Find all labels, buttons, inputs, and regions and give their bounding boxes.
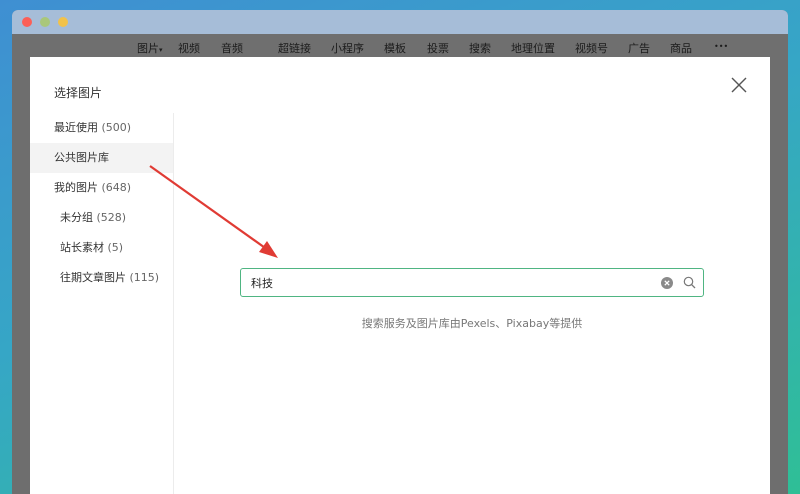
maximize-window-button[interactable] xyxy=(58,17,68,27)
search-box xyxy=(240,268,704,297)
select-image-dialog: 选择图片 最近使用 (500) 公共图片库 我的图片 (648) 未分组 (52… xyxy=(30,57,770,494)
toolbar-vote[interactable]: 投票 xyxy=(427,40,449,56)
image-category-sidebar: 最近使用 (500) 公共图片库 我的图片 (648) 未分组 (528) 站长… xyxy=(30,113,174,494)
toolbar-image[interactable]: 图片▾ xyxy=(137,40,163,56)
toolbar-search[interactable]: 搜索 xyxy=(469,40,491,56)
window-titlebar xyxy=(12,10,788,34)
chevron-down-icon: ▾ xyxy=(159,46,163,54)
toolbar-template[interactable]: 模板 xyxy=(384,40,406,56)
toolbar-hyperlink[interactable]: 超链接 xyxy=(278,40,311,56)
toolbar-video[interactable]: 视频 xyxy=(178,40,200,56)
sidebar-item-my-images[interactable]: 我的图片 (648) xyxy=(30,173,173,203)
search-icon[interactable] xyxy=(683,276,696,289)
sidebar-item-site-assets[interactable]: 站长素材 (5) xyxy=(30,233,173,263)
dialog-title: 选择图片 xyxy=(54,86,103,100)
close-icon[interactable] xyxy=(730,76,748,94)
toolbar-channels[interactable]: 视频号 xyxy=(575,40,608,56)
toolbar-mini-program[interactable]: 小程序 xyxy=(331,40,364,56)
search-input[interactable] xyxy=(251,275,651,291)
sidebar-item-public-library[interactable]: 公共图片库 xyxy=(30,143,173,173)
minimize-window-button[interactable] xyxy=(40,17,50,27)
search-provider-hint: 搜索服务及图片库由Pexels、Pixabay等提供 xyxy=(361,317,583,330)
close-window-button[interactable] xyxy=(22,17,32,27)
clear-icon[interactable] xyxy=(661,277,673,289)
toolbar-ads[interactable]: 广告 xyxy=(628,40,650,56)
sidebar-item-ungrouped[interactable]: 未分组 (528) xyxy=(30,203,173,233)
toolbar-location[interactable]: 地理位置 xyxy=(511,40,555,56)
sidebar-item-past-article-images[interactable]: 往期文章图片 (115) xyxy=(30,263,173,293)
sidebar-item-recent[interactable]: 最近使用 (500) xyxy=(30,113,173,143)
toolbar-products[interactable]: 商品 xyxy=(670,40,692,56)
toolbar-more-button[interactable]: ••• xyxy=(714,42,728,51)
toolbar-audio[interactable]: 音频 xyxy=(221,40,243,56)
